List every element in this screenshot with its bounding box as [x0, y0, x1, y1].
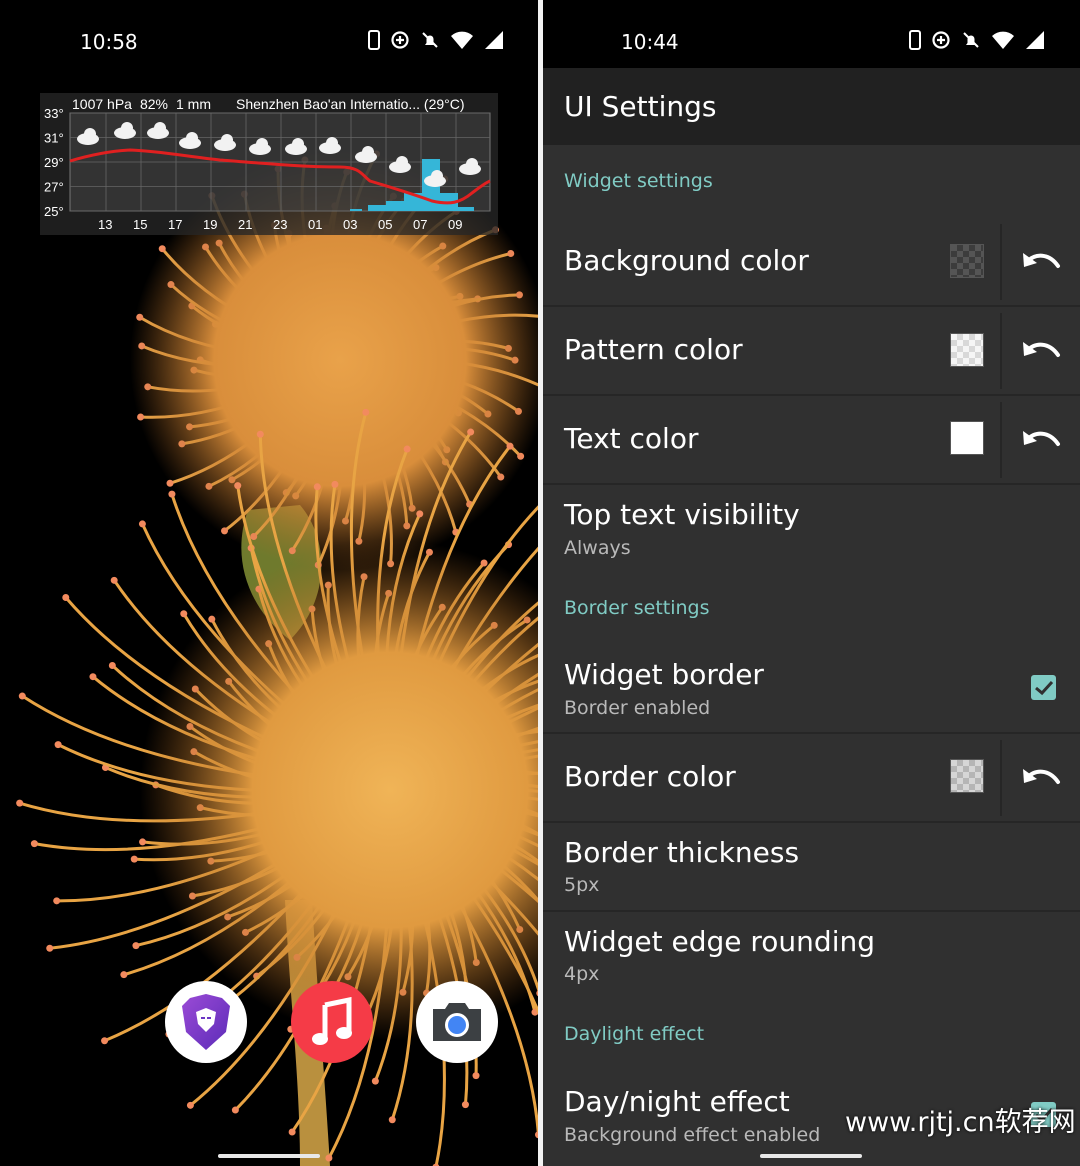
color-swatch[interactable] — [950, 333, 984, 367]
row-widget-border[interactable]: Widget border Border enabled — [543, 645, 1080, 733]
status-bar: 10:58 — [0, 0, 538, 68]
section-widget-settings: Widget settings — [564, 170, 713, 192]
data-saver-icon — [932, 31, 950, 49]
undo-icon[interactable] — [1019, 758, 1063, 798]
undo-icon[interactable] — [1019, 420, 1063, 460]
camera-icon[interactable] — [416, 981, 498, 1063]
row-border-color[interactable]: Border color — [543, 734, 1080, 822]
row-subtitle: 5px — [564, 874, 600, 896]
precip-bar — [386, 201, 404, 211]
precip-bar — [458, 207, 474, 211]
signal-icon — [1026, 31, 1044, 49]
pressure-text: 1007 hPa — [72, 96, 132, 112]
row-top-text-visibility[interactable]: Top text visibility Always — [543, 485, 1080, 577]
wifi-icon — [451, 31, 473, 49]
y-tick-label: 27° — [44, 180, 64, 195]
x-tick-label: 19 — [203, 217, 217, 232]
precip-text: 1 mm — [175, 96, 211, 112]
y-tick-label: 31° — [44, 131, 64, 146]
row-border-thickness[interactable]: Border thickness 5px — [543, 823, 1080, 911]
humidity-text: 82% — [139, 96, 168, 112]
x-tick-label: 01 — [308, 217, 322, 232]
x-tick-label: 09 — [448, 217, 462, 232]
section-daylight-effect: Daylight effect — [564, 1023, 705, 1045]
status-bar: 10:44 — [543, 0, 1080, 68]
row-subtitle: Border enabled — [564, 697, 711, 719]
status-time: 10:58 — [80, 30, 138, 54]
status-icons — [368, 30, 504, 50]
signal-icon — [485, 31, 503, 49]
vertical-separator — [1000, 313, 1002, 389]
vertical-separator — [1000, 740, 1002, 816]
widget-stats: 1007 hPa 82% 1 mm — [72, 96, 219, 112]
color-swatch[interactable] — [950, 421, 984, 455]
row-title: Border color — [564, 760, 736, 793]
row-pattern-color[interactable]: Pattern color — [543, 307, 1080, 395]
widget-location: Shenzhen Bao'an Internatio... (29°C) — [236, 96, 465, 112]
row-widget-edge-rounding[interactable]: Widget edge rounding 4px — [543, 912, 1080, 1004]
right-phone-screen: 10:44 UI Settings Widget settings Backgr… — [543, 0, 1080, 1166]
data-saver-icon — [391, 31, 409, 49]
page-title: UI Settings — [564, 90, 717, 123]
status-icons — [909, 30, 1045, 50]
row-subtitle: Background effect enabled — [564, 1124, 821, 1146]
home-indicator[interactable] — [218, 1154, 320, 1158]
x-tick-label: 15 — [133, 217, 147, 232]
silent-bell-icon — [963, 32, 979, 48]
brave-browser-icon[interactable] — [165, 981, 247, 1063]
silent-bell-icon — [422, 32, 438, 48]
color-swatch[interactable] — [950, 759, 984, 793]
row-title: Background color — [564, 244, 809, 277]
row-text-color[interactable]: Text color — [543, 396, 1080, 484]
x-tick-label: 03 — [343, 217, 357, 232]
y-tick-label: 25° — [44, 204, 64, 219]
row-title: Widget border — [564, 658, 764, 691]
precip-bar — [368, 205, 388, 211]
wifi-icon — [992, 31, 1014, 49]
phone-icon — [368, 30, 380, 50]
x-tick-label: 21 — [238, 217, 252, 232]
row-title: Text color — [564, 422, 699, 455]
row-title: Widget edge rounding — [564, 925, 875, 958]
x-tick-label: 07 — [413, 217, 427, 232]
x-tick-label: 23 — [273, 217, 287, 232]
music-icon[interactable] — [291, 981, 373, 1063]
section-border-settings: Border settings — [564, 597, 710, 619]
app-bar: UI Settings — [543, 68, 1080, 145]
row-subtitle: Always — [564, 537, 631, 559]
weather-widget[interactable]: 33° 31° 29° 27° 25° 13 15 17 19 21 23 01 03 05 07 09 10… — [40, 93, 498, 235]
vertical-separator — [1000, 224, 1002, 300]
row-title: Pattern color — [564, 333, 743, 366]
site-watermark: www.rjtj.cn软荐网 — [845, 1107, 1076, 1138]
weather-chart: 33° 31° 29° 27° 25° 13 15 17 19 21 23 01 03 05 07 09 — [44, 106, 491, 232]
checkmark-icon — [1034, 680, 1053, 695]
precip-bar — [350, 209, 362, 211]
widget-border-checkbox[interactable] — [1031, 675, 1056, 700]
undo-icon[interactable] — [1019, 242, 1063, 282]
x-tick-label: 17 — [168, 217, 182, 232]
y-tick-label: 33° — [44, 106, 64, 121]
color-swatch[interactable] — [950, 244, 984, 278]
home-indicator[interactable] — [760, 1154, 862, 1158]
undo-icon[interactable] — [1019, 331, 1063, 371]
y-tick-label: 29° — [44, 155, 64, 170]
row-title: Border thickness — [564, 836, 800, 869]
row-title: Day/night effect — [564, 1085, 790, 1118]
status-time: 10:44 — [621, 30, 679, 54]
left-phone-screen: 10:58 33° 31° 29° 27° 25° 13 15 17 19 21 23 01 03 05 0… — [0, 0, 538, 1166]
row-title: Top text visibility — [564, 498, 800, 531]
row-subtitle: 4px — [564, 963, 600, 985]
row-background-color[interactable]: Background color — [543, 218, 1080, 306]
x-tick-label: 05 — [378, 217, 392, 232]
x-tick-label: 13 — [98, 217, 112, 232]
vertical-separator — [1000, 402, 1002, 478]
phone-icon — [909, 30, 921, 50]
